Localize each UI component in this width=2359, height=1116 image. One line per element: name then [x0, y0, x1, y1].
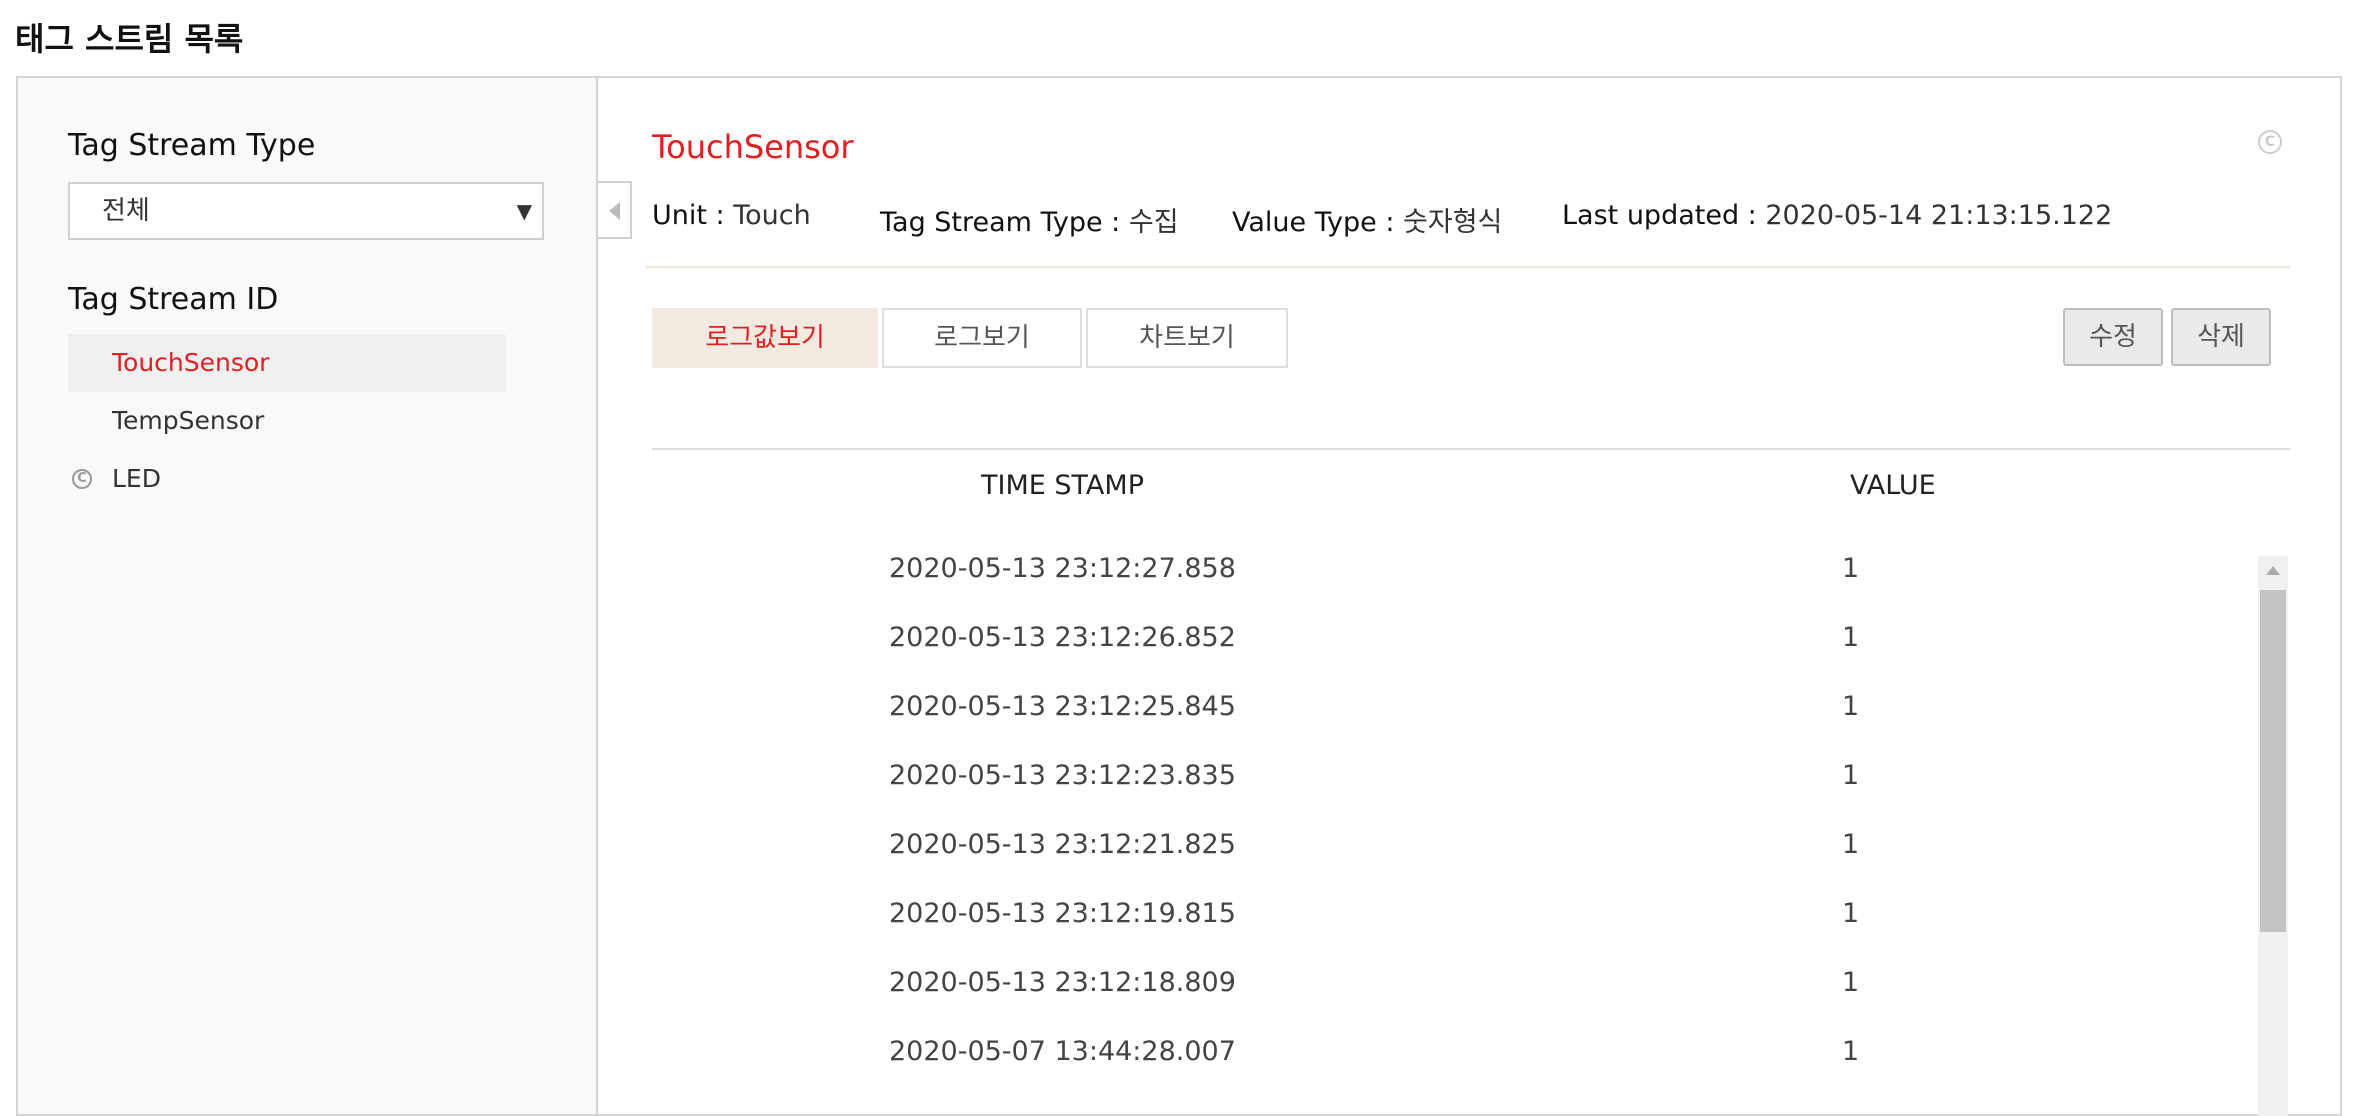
delete-button[interactable]: 삭제 — [2171, 308, 2271, 366]
table-row: 2020-05-13 23:12:19.815 1 — [652, 883, 2242, 952]
timestamp-cell: 2020-05-13 23:12:21.825 — [889, 829, 1236, 860]
unit-info: Unit : Touch — [652, 200, 811, 231]
sidebar-item-tempsensor[interactable]: TempSensor — [68, 392, 506, 450]
last-updated-value: 2020-05-14 21:13:15.122 — [1765, 200, 2113, 231]
timestamp-cell: 2020-05-13 23:12:25.845 — [889, 691, 1236, 722]
unit-label: Unit : — [652, 200, 725, 231]
value-type-info: Value Type : 숫자형식 — [1232, 200, 1502, 239]
value-type-label: Value Type : — [1232, 207, 1395, 238]
column-header-timestamp: TIME STAMP — [981, 470, 1144, 501]
table-row: 2020-05-13 23:12:26.852 1 — [652, 607, 2242, 676]
sensor-title: TouchSensor — [652, 128, 854, 166]
type-value: 수집 — [1128, 207, 1179, 238]
value-cell: 1 — [1842, 553, 1860, 584]
unit-value: Touch — [733, 200, 811, 231]
timestamp-cell: 2020-05-13 23:12:18.809 — [889, 967, 1236, 998]
last-updated-info: Last updated : 2020-05-14 21:13:15.122 — [1562, 200, 2112, 231]
type-info: Tag Stream Type : 수집 — [880, 200, 1179, 239]
value-cell: 1 — [1842, 691, 1860, 722]
column-header-value: VALUE — [1850, 470, 1936, 501]
copyright-icon: C — [2258, 130, 2282, 154]
value-cell: 1 — [1842, 898, 1860, 929]
value-cell: 1 — [1842, 622, 1860, 653]
edit-button[interactable]: 수정 — [2063, 308, 2163, 366]
value-cell: 1 — [1842, 967, 1860, 998]
table-row: 2020-05-13 23:12:21.825 1 — [652, 814, 2242, 883]
table-row: 2020-05-13 23:12:23.835 1 — [652, 745, 2242, 814]
divider — [646, 266, 2290, 268]
sidebar-item-label: TempSensor — [112, 406, 265, 435]
value-type-value: 숫자형식 — [1403, 207, 1503, 238]
copyright-icon: C — [72, 469, 92, 489]
table-row: 2020-05-13 23:12:18.809 1 — [652, 952, 2242, 1021]
tag-stream-id-list: TouchSensor TempSensor C LED — [68, 334, 506, 508]
tag-stream-panel: Tag Stream Type 전체 ▼ Tag Stream ID Touch… — [16, 76, 2342, 1116]
table-divider — [652, 448, 2290, 450]
dropdown-arrow-icon: ▼ — [516, 199, 532, 223]
timestamp-cell: 2020-05-13 23:12:19.815 — [889, 898, 1236, 929]
timestamp-cell: 2020-05-13 23:12:26.852 — [889, 622, 1236, 653]
type-label: Tag Stream Type : — [880, 207, 1121, 238]
sidebar-item-label: TouchSensor — [112, 348, 270, 377]
detail-panel: TouchSensor C Unit : Touch Tag Stream Ty… — [598, 78, 2340, 1116]
timestamp-cell: 2020-05-07 13:44:28.007 — [889, 1036, 1236, 1067]
sidebar-item-led[interactable]: C LED — [68, 450, 506, 508]
tab-logs[interactable]: 로그보기 — [882, 308, 1082, 368]
table-scrollbar[interactable] — [2258, 556, 2288, 1116]
value-cell: 1 — [1842, 829, 1860, 860]
sidebar-item-touchsensor[interactable]: TouchSensor — [68, 334, 506, 392]
timestamp-cell: 2020-05-13 23:12:27.858 — [889, 553, 1236, 584]
tag-stream-type-heading: Tag Stream Type — [68, 128, 316, 163]
log-value-table: 2020-05-13 23:12:27.858 1 2020-05-13 23:… — [652, 538, 2242, 1090]
tag-stream-type-select[interactable]: 전체 ▼ — [68, 182, 544, 240]
scrollbar-thumb[interactable] — [2260, 590, 2286, 932]
last-updated-label: Last updated : — [1562, 200, 1757, 231]
table-row: 2020-05-07 13:44:28.007 1 — [652, 1021, 2242, 1090]
sidebar: Tag Stream Type 전체 ▼ Tag Stream ID Touch… — [18, 78, 598, 1114]
tab-chart[interactable]: 차트보기 — [1086, 308, 1288, 368]
tab-log-values[interactable]: 로그값보기 — [652, 308, 878, 368]
table-row: 2020-05-13 23:12:25.845 1 — [652, 676, 2242, 745]
value-cell: 1 — [1842, 1036, 1860, 1067]
value-cell: 1 — [1842, 760, 1860, 791]
page-title: 태그 스트림 목록 — [15, 20, 244, 58]
select-value: 전체 — [102, 196, 150, 226]
sidebar-item-label: LED — [112, 464, 161, 493]
tag-stream-id-heading: Tag Stream ID — [68, 282, 279, 317]
scroll-up-icon[interactable] — [2266, 566, 2280, 575]
timestamp-cell: 2020-05-13 23:12:23.835 — [889, 760, 1236, 791]
table-row: 2020-05-13 23:12:27.858 1 — [652, 538, 2242, 607]
